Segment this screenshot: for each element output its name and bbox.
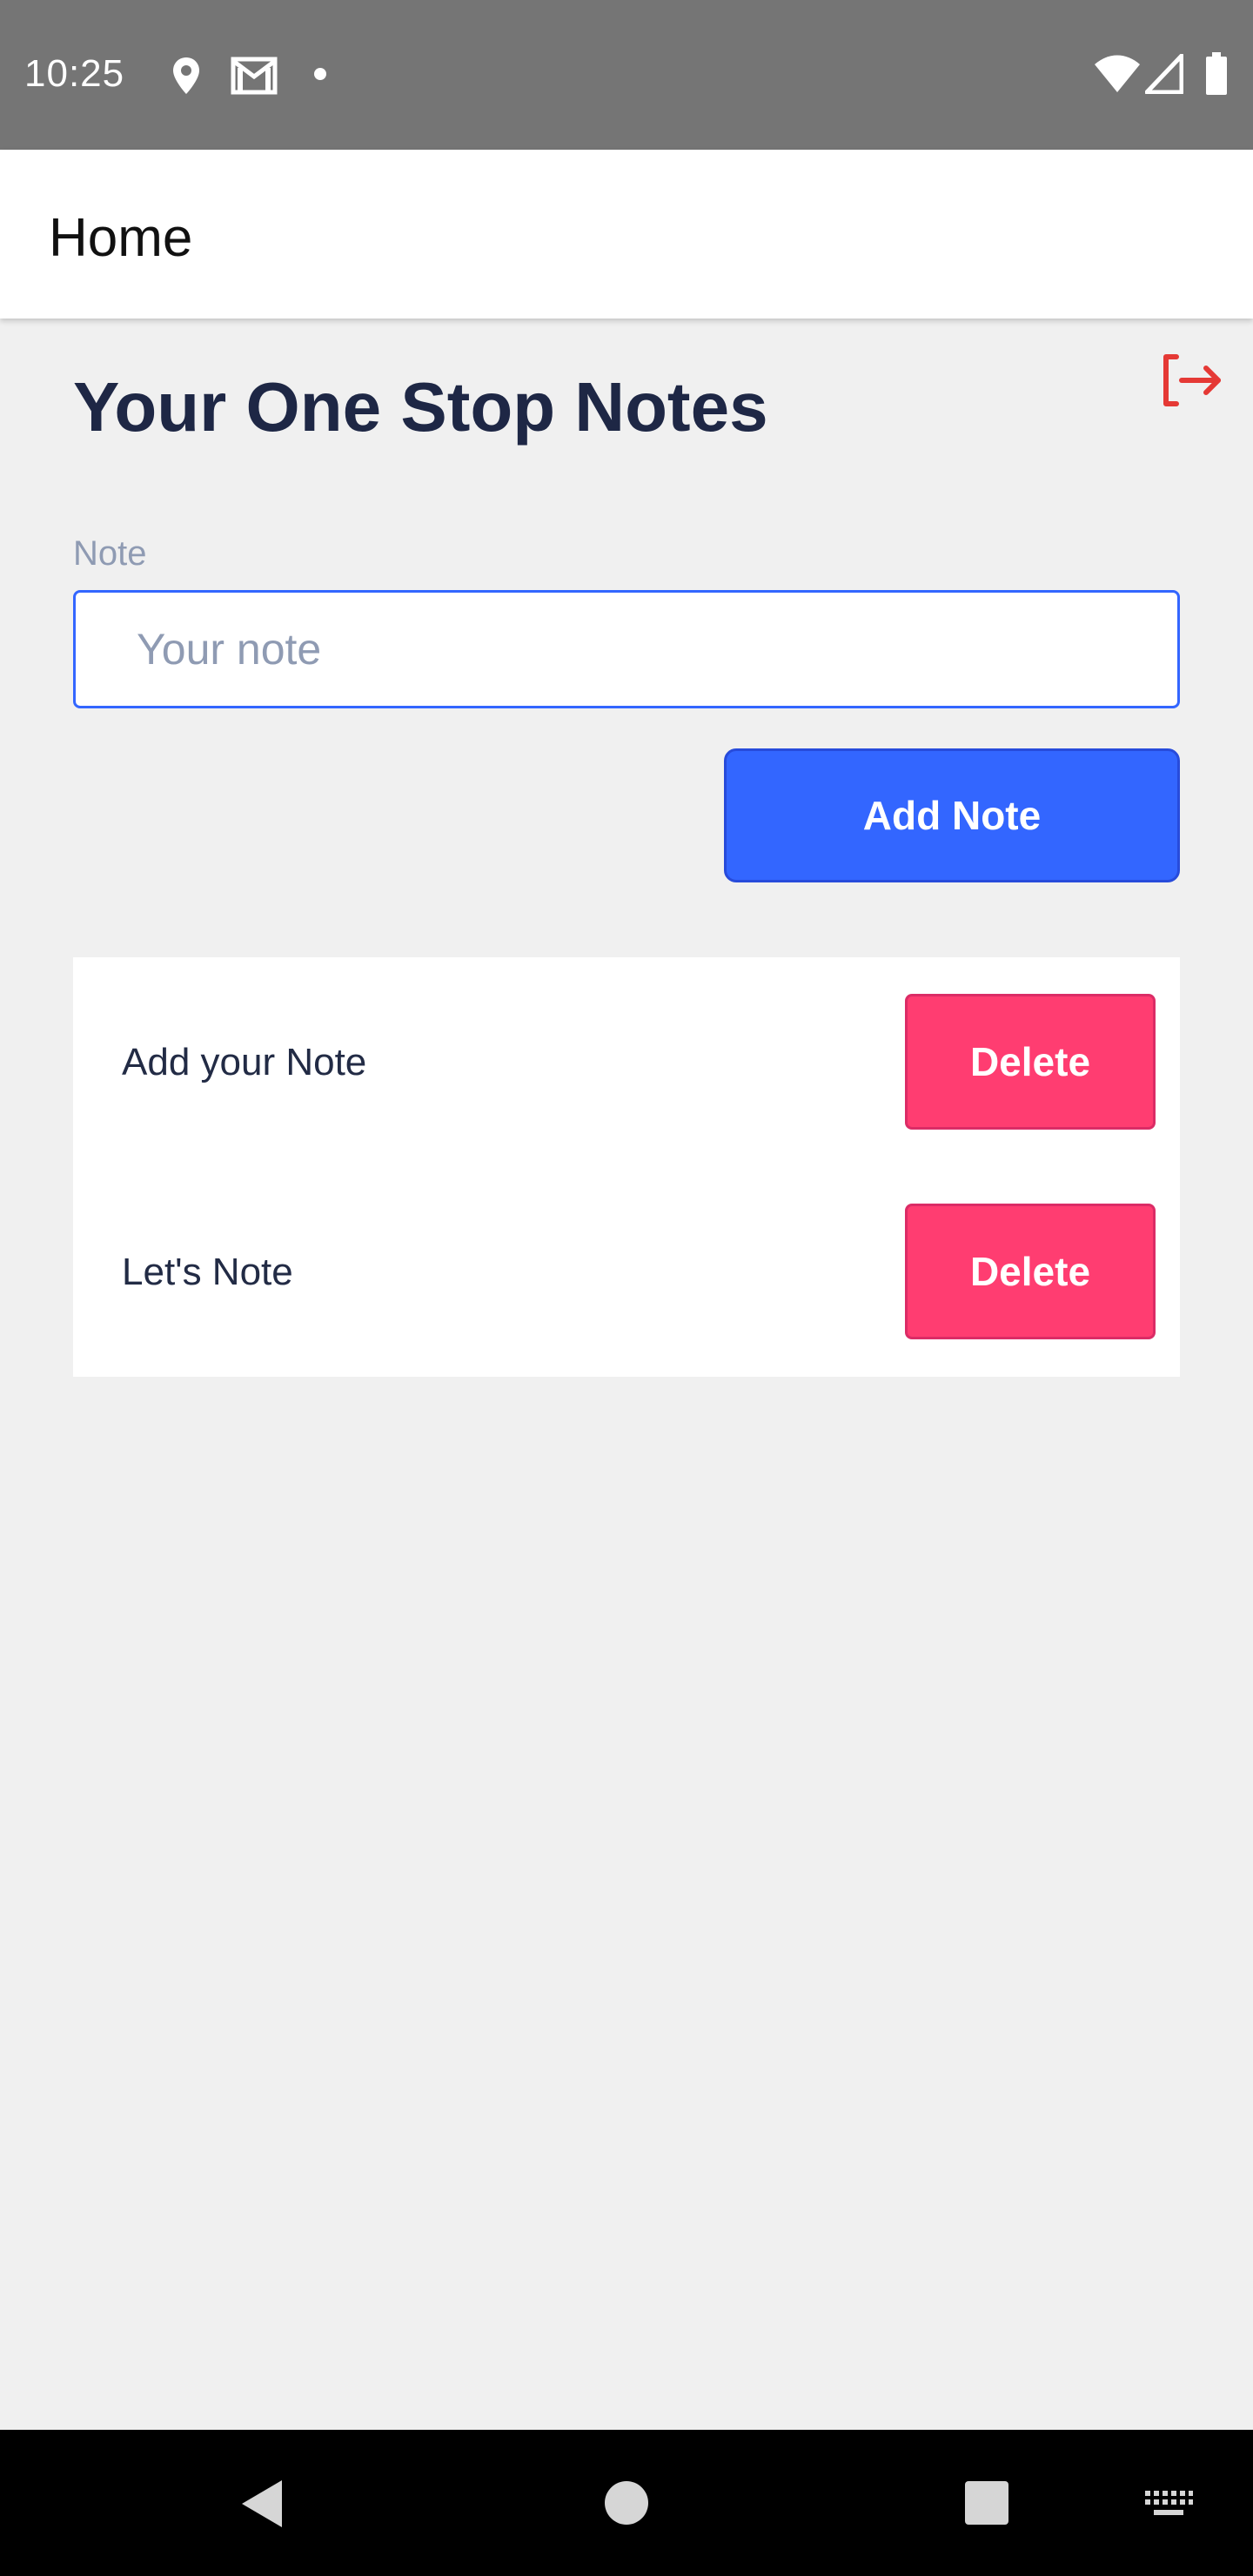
notification-dot-icon (314, 68, 326, 80)
notes-list: Add your Note Delete Let's Note Delete (73, 957, 1180, 1377)
status-time: 10:25 (24, 52, 125, 95)
delete-note-button[interactable]: Delete (905, 1204, 1156, 1339)
logout-icon[interactable] (1163, 352, 1223, 409)
add-note-button-label: Add Note (862, 793, 1042, 838)
page-title: Your One Stop Notes (73, 368, 768, 446)
back-icon[interactable] (237, 2477, 285, 2531)
home-icon[interactable] (604, 2480, 649, 2526)
cell-signal-icon (1145, 54, 1183, 94)
list-item: Let's Note Delete (73, 1204, 1180, 1339)
app-bar: Home (0, 150, 1253, 319)
battery-icon (1206, 52, 1227, 95)
keyboard-icon[interactable] (1143, 2489, 1194, 2519)
note-input[interactable] (73, 590, 1180, 708)
delete-note-button[interactable]: Delete (905, 994, 1156, 1130)
delete-button-label: Delete (969, 1039, 1091, 1084)
delete-button-label: Delete (969, 1249, 1091, 1294)
gmail-icon (231, 57, 278, 95)
system-nav-bar (0, 2430, 1253, 2576)
app-bar-title: Home (49, 208, 193, 268)
list-item: Add your Note Delete (73, 994, 1180, 1130)
recents-icon[interactable] (964, 2480, 1009, 2526)
note-text: Add your Note (122, 1041, 367, 1083)
note-field-label: Note (73, 534, 147, 573)
location-icon (173, 57, 199, 94)
note-text: Let's Note (122, 1251, 293, 1293)
status-bar: 10:25 (0, 0, 1253, 150)
add-note-button[interactable]: Add Note (724, 748, 1180, 882)
wifi-icon (1095, 55, 1140, 92)
